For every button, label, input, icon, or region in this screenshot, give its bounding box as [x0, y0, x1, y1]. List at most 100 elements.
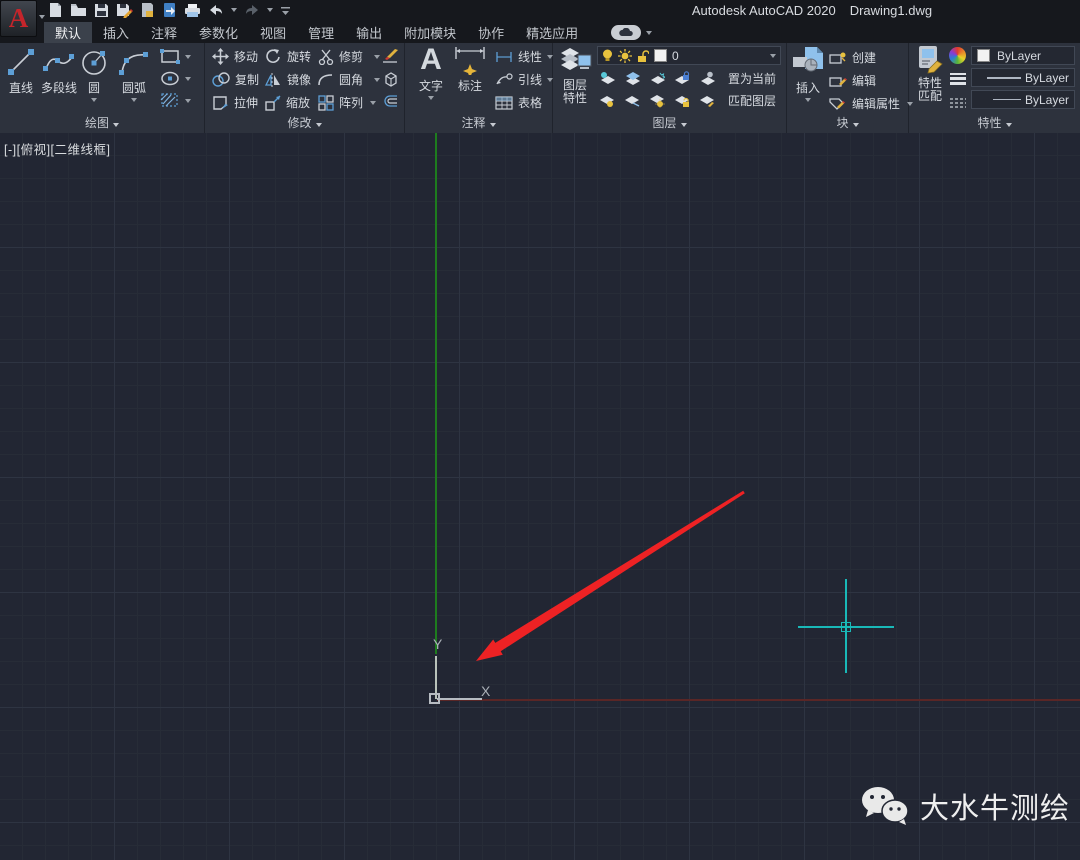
circle-icon — [79, 47, 109, 77]
redo-caret-icon[interactable] — [267, 8, 273, 12]
tab-parametric[interactable]: 参数化 — [188, 22, 249, 43]
offset-button[interactable] — [382, 93, 400, 114]
tab-featured-apps[interactable]: 精选应用 — [515, 22, 589, 43]
layer-thaw-icon[interactable] — [624, 93, 640, 108]
layer-set-current-icon[interactable] — [699, 71, 715, 86]
viewport-controls[interactable]: [-][俯视][二维线框] — [4, 139, 111, 158]
scale-button[interactable]: 缩放 — [265, 94, 310, 111]
leader-button[interactable]: 引线 — [495, 71, 553, 88]
circle-button[interactable]: 圆 — [79, 47, 109, 102]
insert-block-button[interactable]: 插入 — [791, 45, 825, 102]
panel-properties-label[interactable]: 特性 — [909, 114, 1080, 131]
layer-dropdown[interactable]: 0 — [597, 46, 781, 65]
insert-block-icon — [791, 45, 825, 77]
tab-view[interactable]: 视图 — [249, 22, 297, 43]
layer-properties-button[interactable]: 图层 特性 — [557, 45, 593, 105]
layer-match-icon[interactable] — [699, 93, 715, 108]
web-mobile-button[interactable] — [162, 2, 177, 18]
text-caret-icon[interactable] — [428, 96, 434, 100]
undo-button[interactable] — [208, 3, 224, 17]
tab-overflow-caret-icon[interactable] — [646, 31, 652, 35]
explode-button[interactable] — [382, 70, 400, 92]
new-file-button[interactable] — [48, 2, 63, 18]
layer-unisolate-icon[interactable] — [624, 71, 640, 86]
match-layer-label[interactable]: 匹配图层 — [728, 92, 776, 109]
insert-caret-icon[interactable] — [805, 98, 811, 102]
panel-block-label[interactable]: 块 — [787, 114, 908, 131]
panel-modify-label[interactable]: 修改 — [205, 114, 404, 131]
tab-manage[interactable]: 管理 — [297, 22, 345, 43]
redo-button[interactable] — [244, 3, 260, 17]
tab-home[interactable]: 默认 — [44, 22, 92, 43]
cloud-button[interactable] — [611, 25, 641, 40]
rectangle-caret-icon[interactable] — [185, 55, 191, 59]
linetype-dropdown[interactable]: ByLayer — [971, 90, 1075, 109]
stretch-button[interactable]: 拉伸 — [212, 94, 258, 111]
layer-dropdown-caret-icon[interactable] — [770, 54, 776, 58]
dimension-button[interactable]: 标注 — [451, 45, 489, 94]
linear-dim-button[interactable]: 线性 — [495, 48, 553, 65]
open-file-button[interactable] — [70, 2, 87, 18]
tab-insert[interactable]: 插入 — [92, 22, 140, 43]
text-button[interactable]: A 文字 — [415, 45, 447, 100]
layer-freeze-all-icon[interactable] — [649, 93, 665, 108]
customize-qat-button[interactable] — [280, 4, 292, 16]
match-properties-button[interactable]: 特性 匹配 — [913, 45, 947, 103]
panel-block: 插入 创建 编辑 编辑属性 块 — [787, 43, 909, 133]
app-menu-caret-icon[interactable] — [39, 15, 45, 19]
save-button[interactable] — [94, 2, 109, 18]
hatch-caret-icon[interactable] — [185, 99, 191, 103]
drawing-canvas[interactable]: [-][俯视][二维线框] Y X 大水牛测绘 — [0, 133, 1080, 860]
app-menu-button[interactable]: A — [0, 0, 37, 37]
polyline-button[interactable]: 多段线 — [37, 47, 81, 96]
line-icon — [6, 47, 36, 77]
tab-output[interactable]: 输出 — [345, 22, 393, 43]
move-button[interactable]: 移动 — [212, 48, 258, 65]
panel-annotate-label[interactable]: 注释 — [405, 114, 552, 131]
fillet-caret-icon[interactable] — [374, 78, 380, 82]
match-properties-icon — [915, 45, 945, 75]
rotate-button[interactable]: 旋转 — [265, 48, 311, 65]
edit-attributes-button[interactable]: 编辑属性 — [829, 95, 913, 112]
create-block-button[interactable]: 创建 — [829, 49, 876, 66]
layer-freeze-icon[interactable] — [649, 71, 665, 86]
sheet-transmit-button[interactable] — [140, 2, 155, 18]
hatch-button[interactable] — [160, 93, 191, 108]
circle-caret-icon[interactable] — [91, 98, 97, 102]
undo-caret-icon[interactable] — [231, 8, 237, 12]
edit-block-button[interactable]: 编辑 — [829, 72, 876, 89]
tab-annotate[interactable]: 注释 — [140, 22, 188, 43]
erase-button[interactable] — [382, 47, 400, 69]
y-axis-line — [435, 133, 437, 654]
save-as-button[interactable] — [116, 2, 133, 18]
linetype-icon[interactable] — [949, 96, 967, 114]
lineweight-icon[interactable] — [949, 72, 967, 90]
layer-unlock-all-icon[interactable] — [674, 93, 690, 108]
mirror-button[interactable]: 镜像 — [265, 71, 311, 88]
tab-collaborate[interactable]: 协作 — [467, 22, 515, 43]
object-color-dropdown[interactable]: ByLayer — [971, 46, 1075, 65]
arc-button[interactable]: 圆弧 — [115, 47, 153, 102]
array-caret-icon[interactable] — [370, 101, 376, 105]
ellipse-caret-icon[interactable] — [185, 77, 191, 81]
fillet-button[interactable]: 圆角 — [318, 71, 380, 88]
rectangle-button[interactable] — [160, 49, 191, 64]
set-current-label[interactable]: 置为当前 — [728, 70, 776, 87]
plot-button[interactable] — [184, 2, 201, 18]
layer-off-icon[interactable] — [599, 93, 615, 108]
lineweight-dropdown[interactable]: ByLayer — [971, 68, 1075, 87]
ellipse-button[interactable] — [160, 71, 191, 86]
panel-layers-label[interactable]: 图层 — [553, 114, 786, 131]
tab-addins[interactable]: 附加模块 — [393, 22, 467, 43]
copy-button[interactable]: 复制 — [212, 71, 259, 88]
layer-isolate-icon[interactable] — [599, 71, 615, 86]
arc-caret-icon[interactable] — [131, 98, 137, 102]
line-button[interactable]: 直线 — [5, 47, 37, 96]
table-button[interactable]: 表格 — [495, 94, 542, 111]
layer-lock-icon[interactable] — [674, 71, 690, 86]
color-wheel-icon[interactable] — [949, 47, 966, 64]
array-button[interactable]: 阵列 — [318, 94, 376, 111]
panel-draw-label[interactable]: 绘图 — [0, 114, 204, 131]
trim-button[interactable]: 修剪 — [318, 48, 380, 65]
trim-caret-icon[interactable] — [374, 55, 380, 59]
